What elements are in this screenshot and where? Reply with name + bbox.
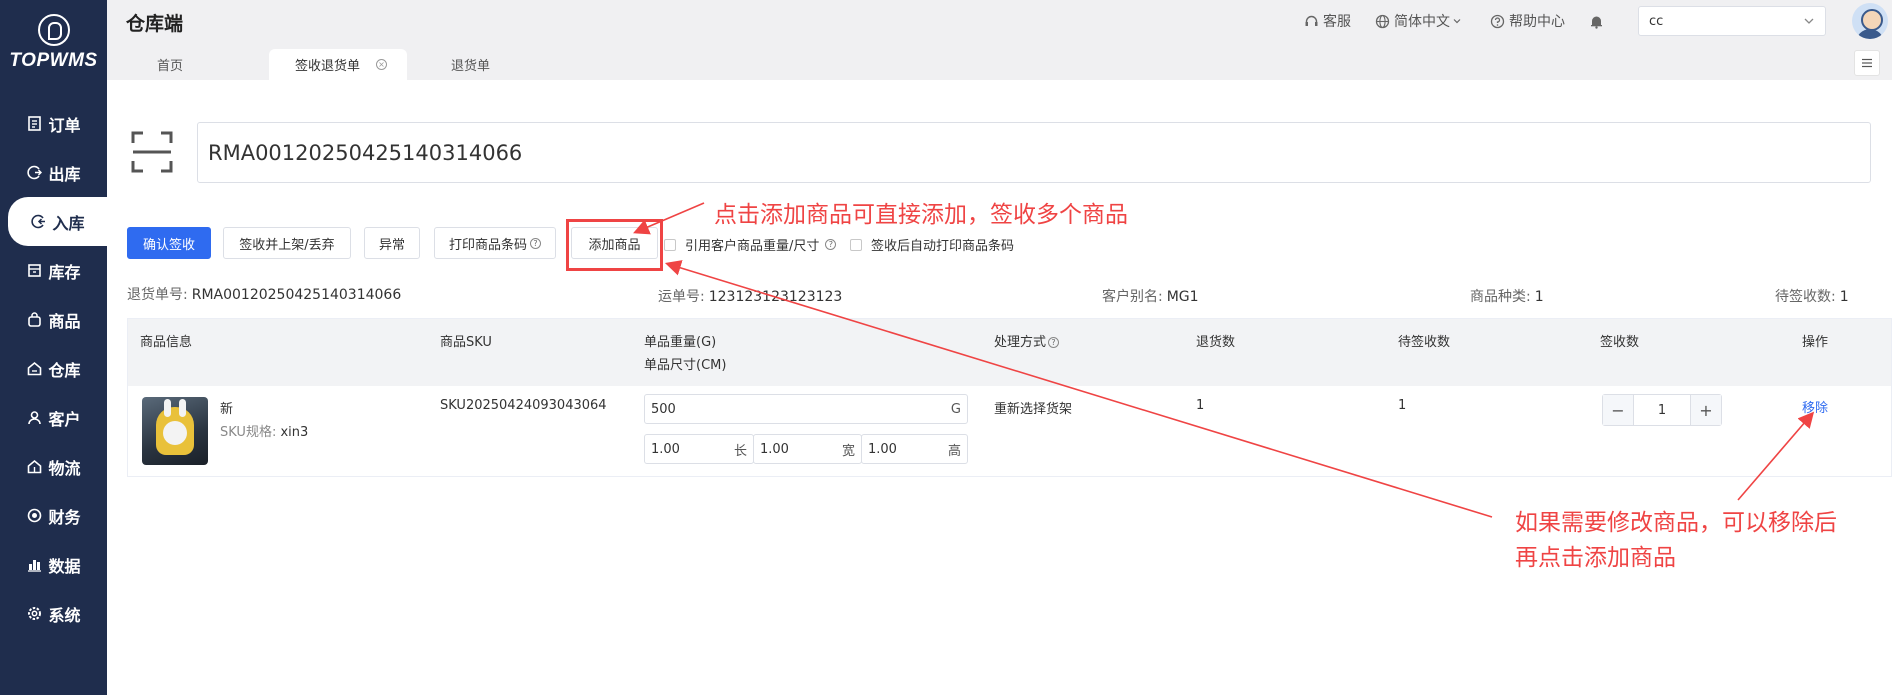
arrow-back-to-add-button: [664, 260, 1493, 518]
arrow-to-remove-link: [1737, 411, 1815, 501]
annotation-arrows: [633, 202, 1815, 518]
arrow-to-add-button: [633, 202, 705, 235]
